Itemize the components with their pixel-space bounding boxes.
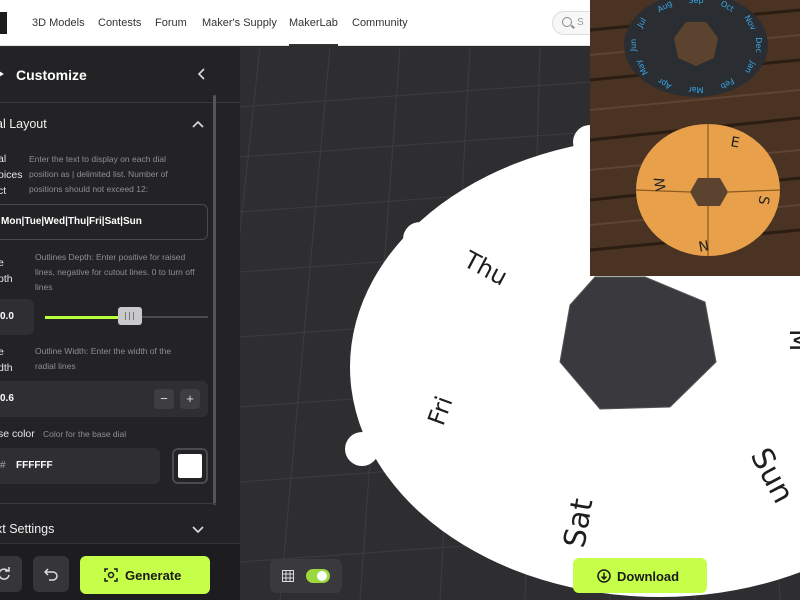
color-swatch-fill [178, 454, 202, 478]
outline-width-description: Outline Width: Enter the width of the ra… [35, 344, 171, 374]
outline-depth-description: Outlines Depth: Enter positive for raise… [35, 250, 195, 295]
section-divider [0, 503, 216, 504]
dial-choices-desc-line2: position as | delimited list. Number of [29, 169, 168, 179]
outline-width-label-line2: dth [0, 362, 13, 374]
base-color-swatch[interactable] [172, 448, 208, 484]
chevron-up-icon [192, 120, 204, 128]
outline-width-desc-line1: Outline Width: Enter the width of the [35, 346, 172, 356]
outline-depth-slider-handle[interactable] [117, 307, 142, 325]
nav-3d-models[interactable]: 3D Models [32, 0, 85, 46]
base-color-hex-input[interactable]: # FFFFFF [0, 448, 160, 484]
outline-width-desc-line2: radial lines [35, 361, 76, 371]
dial-choices-label-line3: ct [0, 185, 7, 197]
search-icon [562, 17, 572, 27]
dial-choices-label: al oices ct [0, 151, 23, 199]
section-dial-layout-label: al Layout [0, 117, 47, 131]
outline-depth-input[interactable]: 0.0 [0, 299, 34, 335]
outline-depth-desc-line1: Outlines Depth: Enter positive for raise… [35, 252, 186, 262]
customize-sidebar: Customize al Layout al oices ct Enter th… [0, 47, 240, 600]
base-color-label: se color [0, 428, 35, 440]
orange-direction-dial: E S N W [635, 124, 781, 256]
increment-button[interactable]: + [180, 389, 200, 409]
outline-width-label: e dth [0, 344, 13, 376]
dial-choices-desc-line1: Enter the text to display on each dial [29, 154, 167, 164]
nav-community[interactable]: Community [352, 0, 408, 46]
collapse-sidebar-icon[interactable] [196, 68, 208, 80]
undo-icon [44, 568, 58, 581]
reset-button[interactable] [0, 556, 22, 592]
grid-icon [282, 570, 294, 582]
outline-depth-label: e pth [0, 255, 13, 287]
hex-hash: # [0, 460, 6, 471]
base-color-description: Color for the base dial [43, 429, 127, 439]
search-input[interactable]: S [552, 11, 592, 35]
month-label-sep: Sep [688, 0, 703, 5]
outline-width-label-line1: e [0, 346, 4, 358]
nav-contests[interactable]: Contests [98, 0, 141, 46]
reference-photo-image: JulAug Sep OctNovDecJanFebMarAprMayJun E S… [590, 0, 800, 276]
download-button[interactable]: Download [573, 558, 707, 593]
month-label-mar: Mar [688, 85, 704, 94]
sidebar-footer: Generate [0, 543, 240, 600]
dial-choices-input[interactable]: Mon|Tue|Wed|Thu|Fri|Sat|Sun [0, 204, 208, 240]
outline-depth-label-line1: e [0, 257, 4, 269]
customize-icon [0, 71, 4, 77]
sidebar-scrollbar[interactable] [213, 95, 216, 505]
base-color-hex-value: FFFFFF [16, 460, 53, 471]
grid-toggle-switch[interactable] [306, 569, 330, 583]
generate-icon [104, 568, 118, 582]
outline-depth-value: 0.0 [0, 311, 14, 322]
sidebar-header: Customize [0, 47, 240, 103]
direction-label-w: W [652, 176, 670, 193]
reference-photo: Jul Aug Sep Oct Nov Dec Jan Feb Mar Apr May Jun E S… [590, 0, 800, 276]
search-placeholder: S [577, 17, 584, 28]
refresh-icon [0, 567, 10, 580]
sidebar-title: Customize [16, 67, 87, 83]
dial-choices-label-line1: al [0, 153, 7, 165]
nav-makerlab[interactable]: MakerLab [289, 0, 338, 46]
nav-makers-supply[interactable]: Maker's Supply [202, 0, 277, 46]
dial-label-mon: M [783, 329, 800, 351]
section-dial-layout[interactable]: al Layout [0, 105, 230, 145]
outline-depth-label-line2: pth [0, 273, 13, 285]
dial-choices-value: Mon|Tue|Wed|Thu|Fri|Sat|Sun [1, 216, 142, 227]
decrement-button[interactable]: − [154, 389, 174, 409]
nav-forum[interactable]: Forum [155, 0, 187, 46]
download-icon [597, 569, 611, 583]
dial-choices-description: Enter the text to display on each dial p… [29, 152, 168, 197]
undo-button[interactable] [33, 556, 69, 592]
site-logo[interactable] [0, 12, 7, 34]
outline-depth-desc-line3: lines [35, 282, 53, 292]
month-label-dec: Dec [754, 37, 763, 52]
outline-width-value: 0.6 [0, 393, 14, 404]
grid-toggle-control[interactable] [270, 559, 342, 593]
month-label-jun: Jun [629, 39, 638, 53]
section-text-settings-label: xt Settings [0, 522, 55, 536]
outline-width-stepper[interactable]: 0.6 − + [0, 381, 208, 417]
download-label: Download [617, 569, 680, 584]
chevron-down-icon [192, 526, 204, 534]
generate-button[interactable]: Generate [80, 556, 210, 594]
dial-choices-label-line2: oices [0, 169, 23, 181]
dial-choices-desc-line3: positions should not exceed 12: [29, 184, 149, 194]
generate-label: Generate [125, 568, 182, 583]
outline-depth-desc-line2: lines, negative for cutout lines. 0 to t… [35, 267, 195, 277]
